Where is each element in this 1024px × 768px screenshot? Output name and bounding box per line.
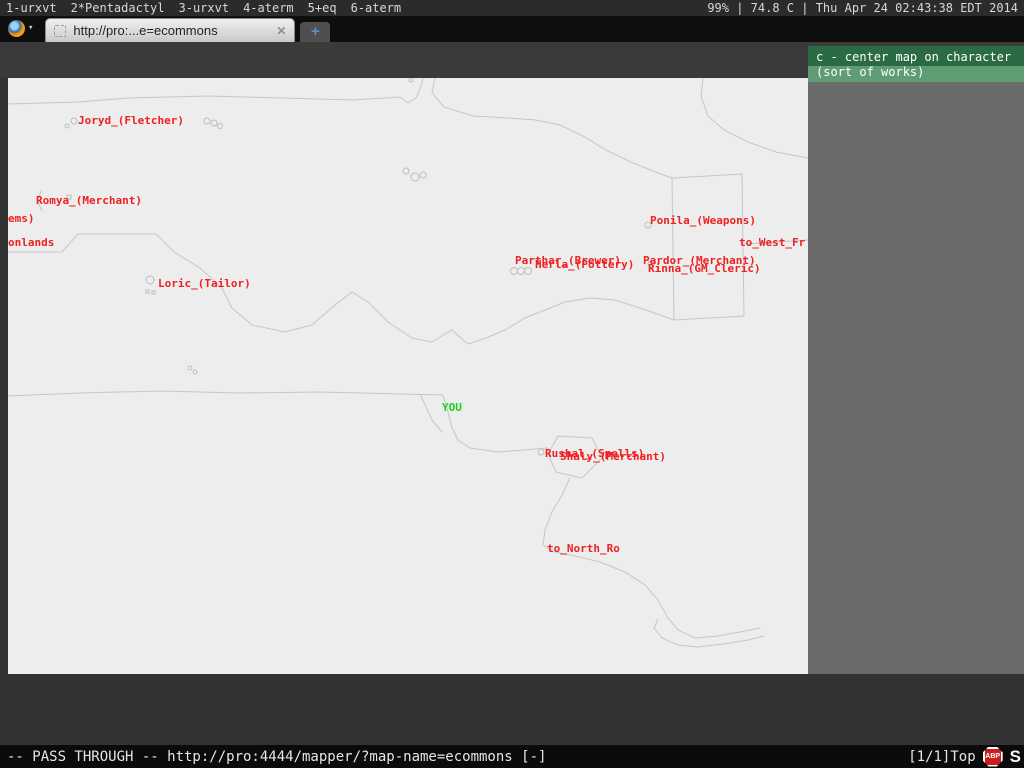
map-label: ems) (8, 213, 35, 225)
workspace-item[interactable]: 4-aterm (243, 0, 294, 16)
map-label: Herla_(Pottery) (535, 259, 634, 271)
firefox-icon (8, 20, 25, 37)
wm-bar: 1-urxvt 2*Pentadactyl 3-urxvt 4-aterm 5+eq 6-… (0, 0, 1024, 16)
workspace-item[interactable]: 5+eq (308, 0, 337, 16)
map-canvas[interactable]: Joryd_(Fletcher) Romya_(Merchant)ems) onla… (8, 78, 808, 674)
help-line2: (sort of works) (808, 66, 1024, 82)
status-bar: -- PASS THROUGH -- http://pro:4444/mappe… (0, 745, 1024, 768)
workspace-item[interactable]: 2*Pentadactyl (71, 0, 165, 16)
wm-status-clock: 99% | 74.8 C | Thu Apr 24 02:43:38 EDT 2… (707, 0, 1018, 16)
map-label: Ponila_(Weapons) (650, 215, 756, 227)
map-label: Rinna_(GM_Cleric) (648, 263, 761, 275)
you-marker: YOU (442, 402, 462, 414)
favicon-placeholder-icon (54, 25, 66, 37)
workspace-item[interactable]: 1-urxvt (6, 0, 57, 16)
map-label: onlands (8, 237, 54, 249)
map-label: to_North_Ro (547, 543, 620, 555)
map-label: Shaly_(Merchant) (560, 451, 666, 463)
status-passthrough-url: -- PASS THROUGH -- http://pro:4444/mappe… (7, 749, 546, 765)
skype-icon[interactable]: S (1010, 747, 1021, 767)
status-tab-position: [1/1]Top (908, 749, 975, 765)
workspace-list: 1-urxvt 2*Pentadactyl 3-urxvt 4-aterm 5+eq 6-… (6, 0, 401, 16)
map-label: Loric_(Tailor) (158, 278, 251, 290)
map-label: to_West_Fr (739, 237, 805, 249)
map-lines (8, 78, 808, 674)
chevron-down-icon: ▾ (28, 23, 33, 33)
adblock-icon[interactable]: ABP (983, 747, 1003, 767)
tab-close-icon[interactable]: ✕ (276, 24, 286, 38)
new-tab-button[interactable]: + (300, 22, 330, 42)
firefox-menu-button[interactable]: ▾ (0, 16, 39, 42)
map-label: Romya_(Merchant) (36, 195, 142, 207)
workspace-item[interactable]: 6-aterm (351, 0, 402, 16)
tab-title: http://pro:...e=ecommons (73, 23, 269, 38)
tab-bar: ▾ http://pro:...e=ecommons ✕ + (0, 16, 1024, 42)
tab-ecommons[interactable]: http://pro:...e=ecommons ✕ (45, 18, 295, 42)
help-tooltip: c - center map on character (sort of wor… (808, 46, 1024, 82)
workspace-item[interactable]: 3-urxvt (179, 0, 230, 16)
map-label: Joryd_(Fletcher) (78, 115, 184, 127)
right-panel (808, 82, 1024, 674)
help-line1: c - center map on character (808, 46, 1024, 66)
